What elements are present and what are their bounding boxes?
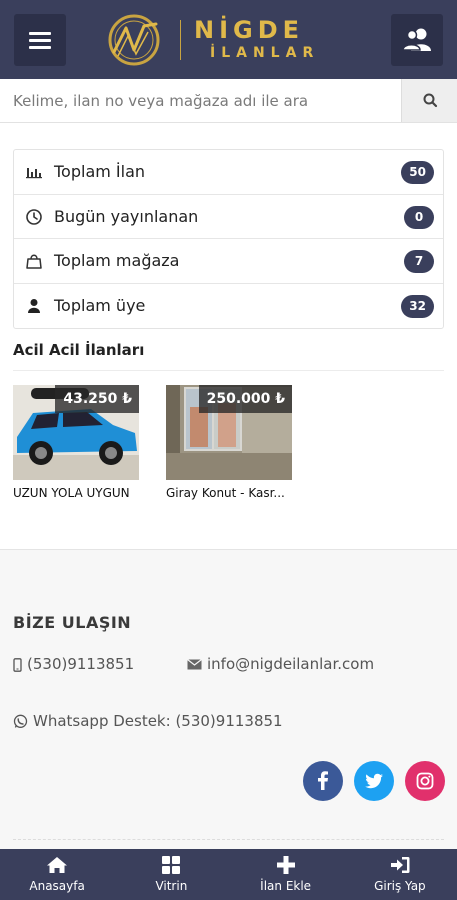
listing-card[interactable]: 250.000 ₺ Giray Konut - Kasr... xyxy=(166,385,292,500)
nav-add-listing[interactable]: İlan Ekle xyxy=(229,849,343,900)
brand-subtitle: İLANLAR xyxy=(210,45,320,61)
contact-email[interactable]: info@nigdeilanlar.com xyxy=(187,655,374,673)
stat-total-listings[interactable]: Toplam İlan 50 xyxy=(14,150,443,195)
hamburger-menu-icon xyxy=(29,32,51,35)
search-input[interactable] xyxy=(0,79,401,122)
stat-published-today[interactable]: Bugün yayınlanan 0 xyxy=(14,195,443,239)
facebook-button[interactable] xyxy=(303,761,343,801)
users-button[interactable] xyxy=(391,14,443,66)
logo-emblem-icon xyxy=(108,14,160,66)
contact-phone[interactable]: (530)9113851 xyxy=(13,655,134,673)
stat-total-stores[interactable]: Toplam mağaza 7 xyxy=(14,239,443,284)
stat-label: Toplam mağaza xyxy=(54,251,180,270)
search-icon xyxy=(423,93,438,108)
nav-home[interactable]: Anasayfa xyxy=(0,849,114,900)
contact-email-text: info@nigdeilanlar.com xyxy=(207,655,375,673)
listing-title[interactable]: UZUN YOLA UYGUN xyxy=(13,486,139,500)
shopping-bag-icon xyxy=(26,254,42,269)
stat-count-badge: 50 xyxy=(401,161,434,184)
bottom-navigation: Anasayfa Vitrin İlan Ekle Giriş Yap xyxy=(0,849,457,900)
twitter-icon xyxy=(365,773,383,789)
listing-image[interactable]: 43.250 ₺ xyxy=(13,385,139,480)
stat-count-badge: 7 xyxy=(404,250,434,273)
search-button[interactable] xyxy=(401,79,457,122)
listing-price: 43.250 ₺ xyxy=(55,385,139,413)
nav-label: Vitrin xyxy=(155,879,188,893)
users-icon xyxy=(402,28,431,51)
grid-icon xyxy=(162,856,181,874)
nav-label: Anasayfa xyxy=(29,879,85,893)
mobile-phone-icon xyxy=(13,657,22,672)
stat-total-members[interactable]: Toplam üye 32 xyxy=(14,284,443,329)
user-icon xyxy=(28,298,40,313)
divider xyxy=(13,370,444,371)
envelope-icon xyxy=(187,659,202,670)
site-logo[interactable]: NİGDE İLANLAR xyxy=(104,12,354,68)
brand-name: NİGDE xyxy=(194,16,305,44)
nav-login[interactable]: Giriş Yap xyxy=(343,849,457,900)
stat-count-badge: 0 xyxy=(404,205,434,229)
home-icon xyxy=(47,857,68,873)
facebook-icon xyxy=(318,771,328,790)
nav-label: Giriş Yap xyxy=(374,879,426,893)
plus-icon xyxy=(276,856,295,874)
stat-label: Bugün yayınlanan xyxy=(54,206,199,226)
listing-image[interactable]: 250.000 ₺ xyxy=(166,385,292,480)
stat-label: Toplam İlan xyxy=(54,162,146,181)
nav-showcase[interactable]: Vitrin xyxy=(114,849,228,900)
contact-footer: BİZE ULAŞIN (530)9113851 info@nigdeilanl… xyxy=(0,549,457,849)
clock-icon xyxy=(26,208,42,225)
app-header: NİGDE İLANLAR xyxy=(0,0,457,79)
bar-chart-icon xyxy=(26,168,42,179)
search-bar xyxy=(0,79,457,123)
stat-count-badge: 32 xyxy=(401,294,434,318)
menu-button[interactable] xyxy=(14,14,66,66)
contact-whatsapp-text: Whatsapp Destek: (530)9113851 xyxy=(33,712,283,730)
nav-label: İlan Ekle xyxy=(260,879,312,893)
listing-price: 250.000 ₺ xyxy=(198,385,292,413)
whatsapp-icon xyxy=(13,714,28,728)
contact-phone-text: (530)9113851 xyxy=(27,655,135,673)
twitter-button[interactable] xyxy=(354,761,394,801)
divider xyxy=(13,839,444,840)
listing-card[interactable]: 43.250 ₺ UZUN YOLA UYGUN xyxy=(13,385,139,500)
instagram-icon xyxy=(416,772,434,790)
stat-label: Toplam üye xyxy=(54,295,146,315)
contact-title: BİZE ULAŞIN xyxy=(13,613,132,632)
stats-list: Toplam İlan 50 Bugün yayınlanan 0 Toplam… xyxy=(13,149,444,329)
sign-in-icon xyxy=(390,857,410,873)
listing-title[interactable]: Giray Konut - Kasr... xyxy=(166,486,292,500)
contact-whatsapp[interactable]: Whatsapp Destek: (530)9113851 xyxy=(13,712,283,730)
urgent-listings-title: Acil Acil İlanları xyxy=(13,341,145,359)
instagram-button[interactable] xyxy=(405,761,445,801)
